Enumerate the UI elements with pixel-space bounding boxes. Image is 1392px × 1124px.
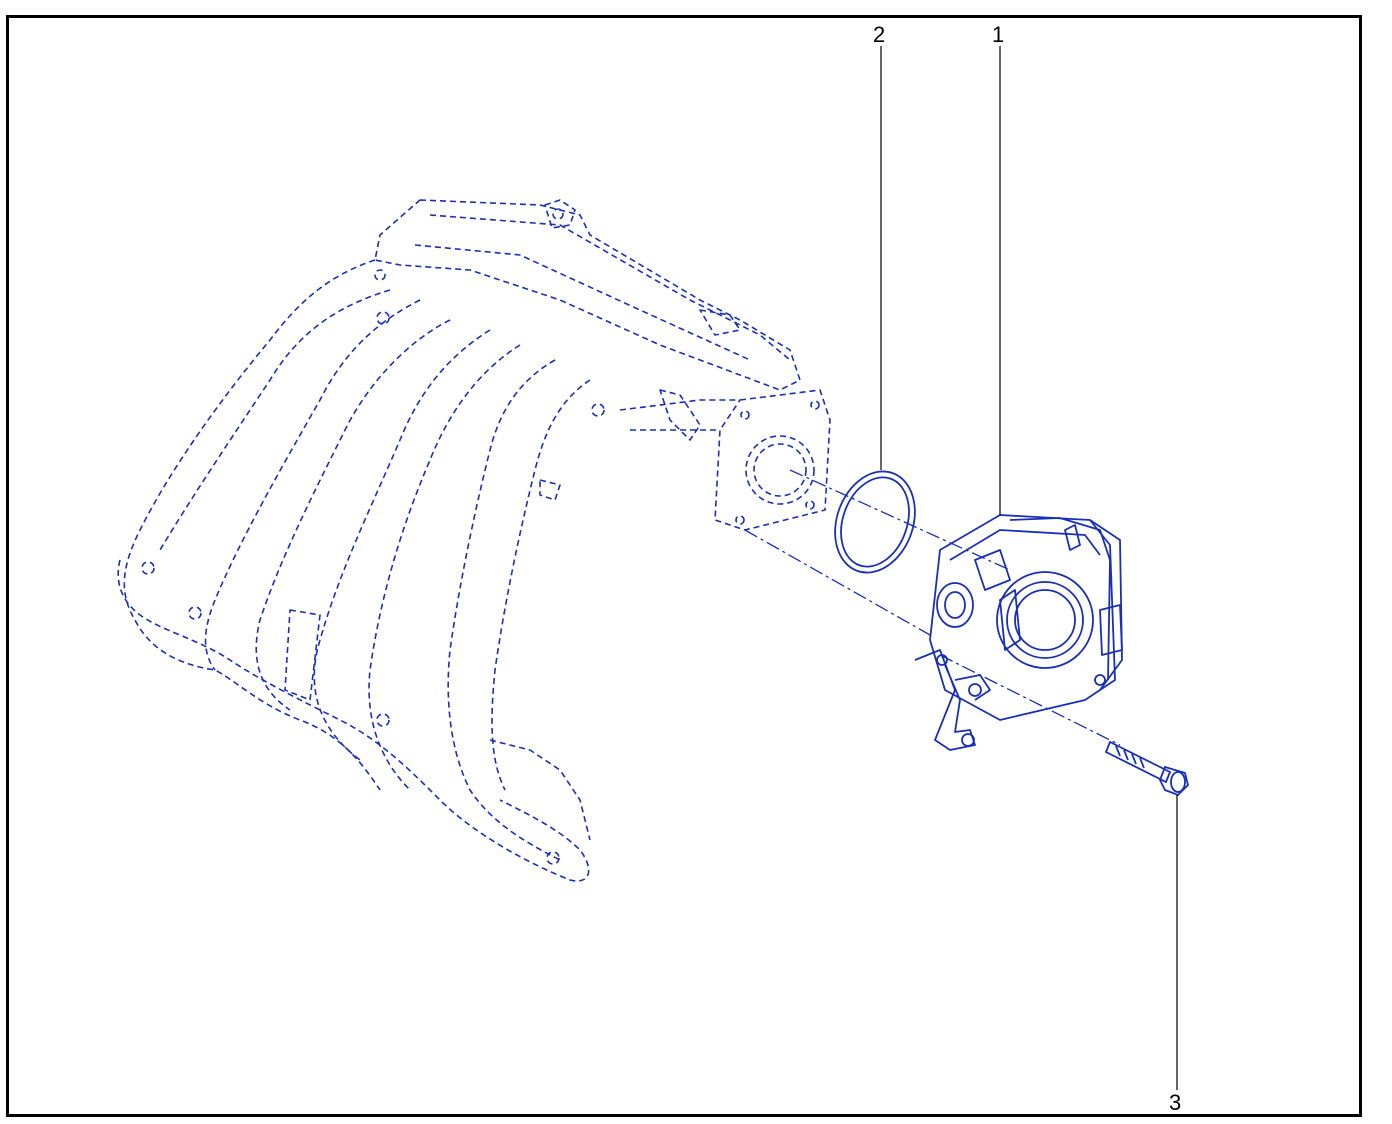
exploded-parts-diagram — [117, 46, 1189, 1090]
bolt — [1104, 740, 1189, 797]
gasket — [834, 470, 916, 574]
callout-label-2: 2 — [873, 22, 886, 47]
intake-manifold — [117, 199, 831, 882]
assembly-centerlines — [744, 469, 1121, 746]
callout-label-1: 1 — [992, 22, 1005, 47]
throttle-body — [914, 514, 1123, 751]
callout-label-3: 3 — [1169, 1090, 1182, 1115]
callout-leaders — [880, 46, 1178, 1090]
